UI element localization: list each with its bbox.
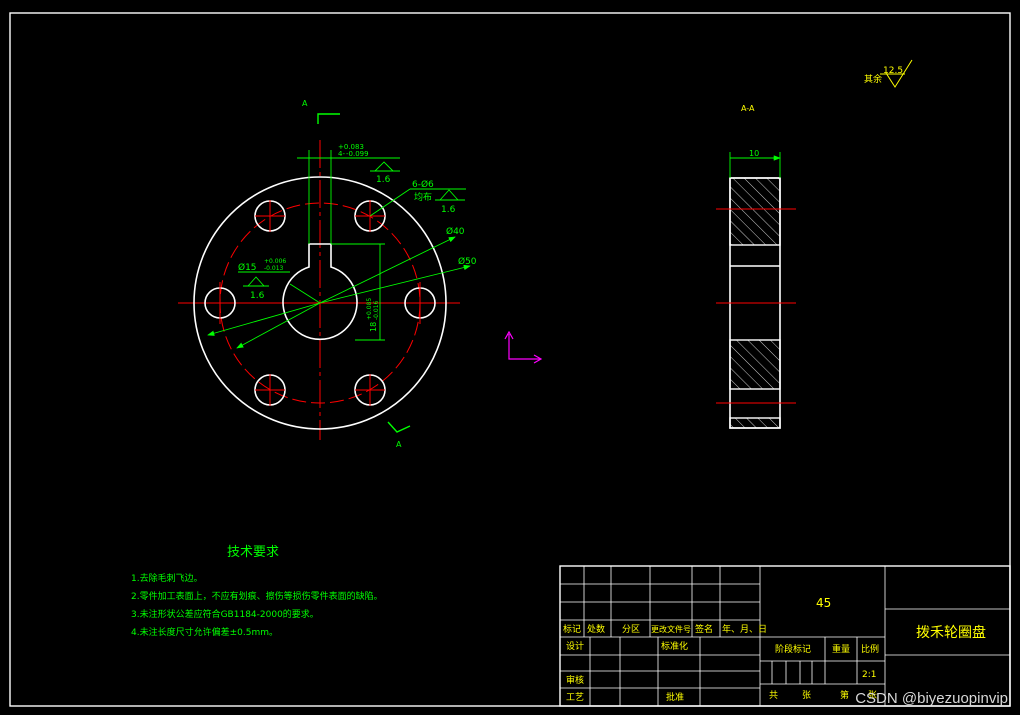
tb-scale: 比例 (861, 643, 879, 655)
keyway-depth-tol-upper: +0.085 (366, 298, 373, 320)
tb-standardize: 标准化 (661, 640, 688, 652)
watermark: CSDN @biyezuopinvip (855, 690, 1008, 707)
cut-marker-bottom (387, 421, 411, 433)
tb-weight: 重量 (832, 643, 850, 655)
tb-material: 45 (816, 596, 831, 610)
tech-item-4: 4.未注长度尺寸允许偏差±0.5mm。 (131, 626, 278, 638)
ucs-icon (504, 330, 543, 364)
front-view: +0.083 4- -0.099 1.6 6-Ø6 均布 1.6 Ø40 Ø50… (178, 99, 477, 449)
keyway-depth-dim: 18 (369, 322, 378, 332)
tb-design: 设计 (566, 640, 584, 652)
tb-count: 处数 (587, 623, 605, 635)
tb-approve: 批准 (666, 691, 684, 703)
roughness-3: 1.6 (250, 291, 265, 301)
outer-diameter: Ø50 (458, 256, 477, 267)
tech-item-3: 3.未注形状公差应符合GB1184-2000的要求。 (131, 608, 319, 620)
cut-label-bottom: A (396, 440, 402, 449)
bore-tol-lower: -0.013 (264, 265, 284, 272)
cut-marker-top (317, 113, 340, 124)
hole-note-sub: 均布 (414, 191, 432, 203)
bore-tol-upper: +0.006 (264, 258, 286, 265)
tb-review: 审核 (566, 674, 584, 686)
technical-requirements: 技术要求 1.去除毛刺飞边。 2.零件加工表面上，不应有划痕、擦伤等损伤零件表面… (131, 545, 383, 638)
hole-note: 6-Ø6 (412, 179, 434, 190)
pitch-diameter: Ø40 (446, 226, 465, 237)
tech-item-2: 2.零件加工表面上，不应有划痕、擦伤等损伤零件表面的缺陷。 (131, 590, 383, 602)
roughness-2: 1.6 (441, 205, 456, 215)
tb-mark: 标记 (563, 623, 581, 635)
roughness-1: 1.6 (376, 175, 391, 185)
tb-part-name: 拨禾轮圈盘 (916, 624, 986, 641)
keyway-depth-tol-lower: -0.016 (373, 300, 380, 320)
section-label: A-A (741, 104, 755, 113)
tb-stage-mark: 阶段标记 (775, 643, 811, 655)
title-block: 标记 处数 分区 更改文件号 签名 年、月、日 设计 标准化 审核 工艺 批准 … (559, 565, 1011, 707)
tb-process: 工艺 (566, 692, 584, 703)
tb-sheets: 张 (802, 690, 811, 701)
tech-title: 技术要求 (227, 545, 279, 560)
tb-total: 共 (769, 690, 778, 701)
tech-item-1: 1.去除毛刺飞边。 (131, 572, 203, 584)
tb-sign: 签名 (695, 623, 713, 635)
cut-label-top: A (302, 99, 308, 108)
tb-zone: 分区 (622, 624, 640, 635)
tb-sheet-no: 第 (840, 689, 849, 701)
drawing-canvas: 其余 12.5 +0.083 4- -0.099 1.6 6-Ø6 均布 1.6… (9, 12, 1011, 707)
bore-dim: Ø15 (238, 262, 257, 273)
side-width-dim: 10 (749, 149, 759, 158)
roughness-default-label: 其余 (864, 73, 882, 85)
section-view: A-A 10 (716, 104, 796, 429)
keyway-width-dim: 4- (338, 150, 345, 158)
tb-scale-value: 2:1 (862, 670, 876, 680)
tb-change-doc: 更改文件号 (651, 624, 691, 634)
keyway-tol-lower: -0.099 (346, 150, 369, 158)
tb-date: 年、月、日 (722, 623, 767, 635)
default-roughness-symbol: 其余 12.5 (864, 59, 913, 88)
